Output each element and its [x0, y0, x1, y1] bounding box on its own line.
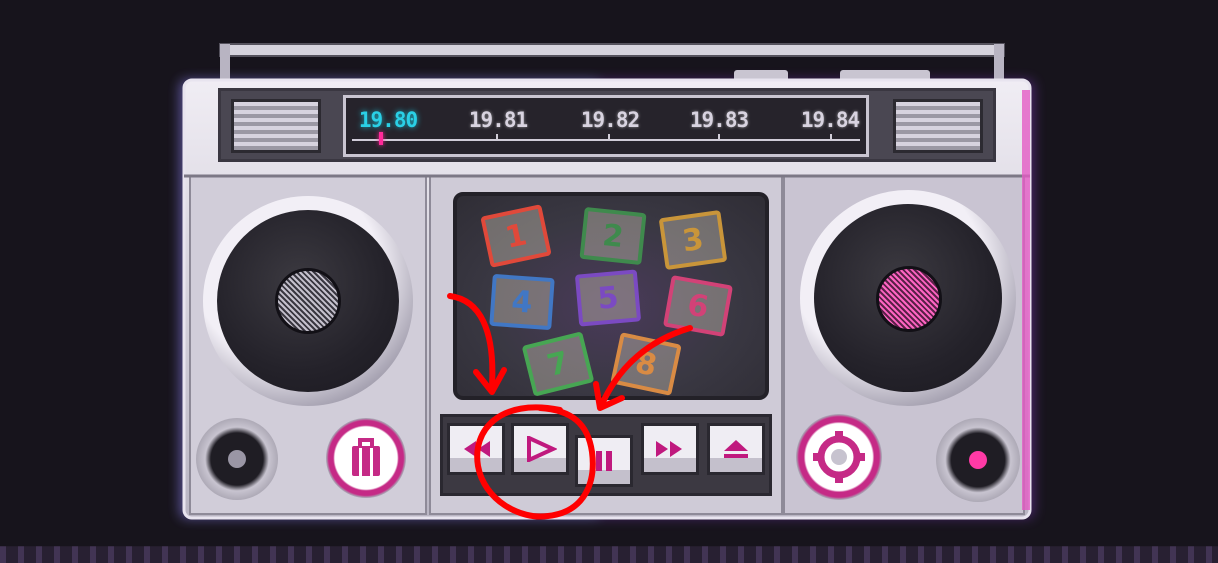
speaker-left-cap: [275, 268, 341, 334]
level-block-4[interactable]: 4: [489, 273, 555, 331]
level-block-5[interactable]: 5: [574, 269, 642, 327]
fast-forward-button[interactable]: [641, 423, 699, 475]
level-block-2[interactable]: 2: [579, 206, 647, 266]
volume-knob[interactable]: [196, 418, 278, 500]
dial-tick: [830, 134, 832, 139]
rewind-button[interactable]: [447, 423, 505, 475]
fast-forward-icon: [656, 441, 682, 457]
play-icon: [527, 436, 557, 462]
frequency-label-2[interactable]: 19.81: [458, 108, 538, 132]
frequency-label-1[interactable]: 19.80: [348, 108, 428, 132]
speaker-right-cap: [876, 266, 942, 332]
frequency-label-5[interactable]: 19.84: [790, 108, 870, 132]
level-select-screen: 1 2 3 4 5 6 7 8: [453, 192, 769, 400]
dial-tick: [608, 134, 610, 139]
rewind-icon: [464, 441, 490, 457]
settings-button[interactable]: [796, 414, 882, 500]
dial-tick: [718, 134, 720, 139]
boombox-scene: 19.80 19.81 19.82 19.83 19.84 1 2 3 4 5: [0, 0, 1218, 563]
level-block-3[interactable]: 3: [658, 209, 728, 271]
level-block-8[interactable]: 8: [610, 332, 682, 396]
pause-button[interactable]: [575, 435, 633, 487]
level-block-7[interactable]: 7: [521, 331, 595, 396]
level-block-6[interactable]: 6: [662, 275, 734, 337]
tone-knob[interactable]: [936, 418, 1020, 502]
speaker-left: [203, 196, 413, 406]
eject-icon: [724, 440, 748, 458]
tuner-needle[interactable]: [379, 132, 383, 145]
eject-button[interactable]: [707, 423, 765, 475]
frequency-dial[interactable]: 19.80 19.81 19.82 19.83 19.84: [343, 95, 869, 157]
tuner-grille-right: [893, 99, 983, 153]
frequency-label-3[interactable]: 19.82: [570, 108, 650, 132]
dial-tick: [496, 134, 498, 139]
speaker-right: [800, 190, 1016, 406]
inventory-button[interactable]: [326, 418, 406, 498]
frequency-label-4[interactable]: 19.83: [679, 108, 759, 132]
gear-icon: [813, 431, 865, 483]
play-button[interactable]: [511, 423, 569, 475]
pause-icon: [596, 451, 612, 471]
transport-controls: [440, 414, 772, 496]
tuner-grille-left: [231, 99, 321, 153]
suitcase-icon: [352, 438, 380, 476]
level-block-1[interactable]: 1: [480, 204, 552, 268]
radio-tuner: 19.80 19.81 19.82 19.83 19.84: [218, 88, 996, 162]
dial-scale: [352, 139, 860, 141]
